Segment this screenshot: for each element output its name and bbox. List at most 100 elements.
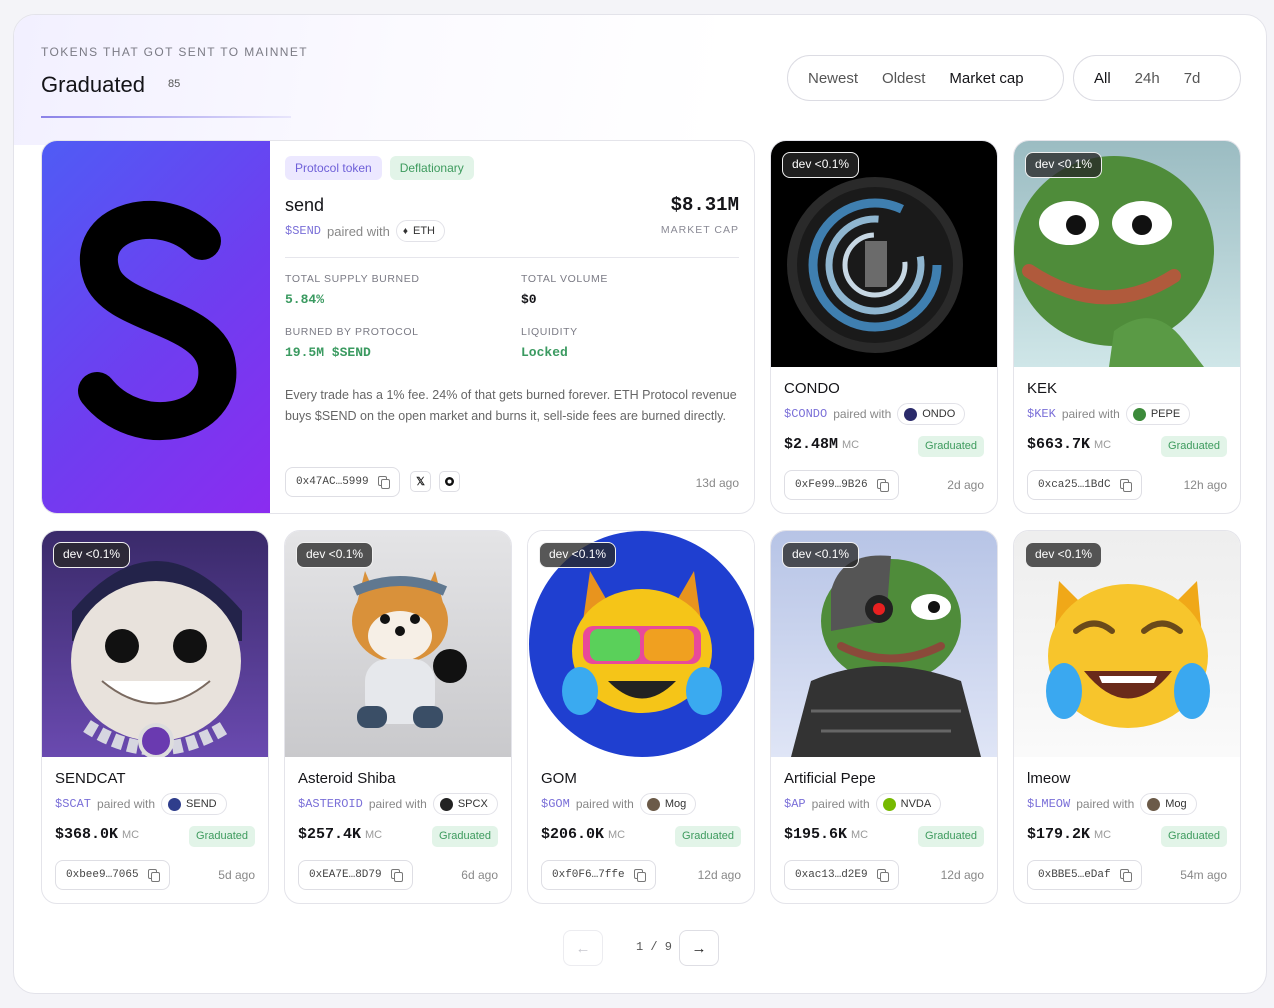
- token-ticker[interactable]: $LMEOW: [1027, 797, 1070, 811]
- token-name: lmeow: [1027, 770, 1071, 787]
- contract-address: 0xf0F6…7ffe: [552, 869, 625, 881]
- volume-value: $0: [521, 292, 537, 307]
- status-badge: Graduated: [918, 436, 984, 457]
- status-badge: Graduated: [1161, 826, 1227, 847]
- x-twitter-icon[interactable]: 𝕏: [410, 471, 431, 492]
- pair-chip[interactable]: Mog: [639, 793, 697, 815]
- supply-burned-label: TOTAL SUPPLY BURNED: [285, 273, 420, 285]
- liquidity-value: Locked: [521, 345, 568, 360]
- token-age: 12h ago: [1183, 478, 1227, 492]
- market-cap: $195.6K MC: [784, 826, 868, 843]
- dev-badge: dev <0.1%: [782, 542, 860, 568]
- featured-market-cap: $8.31M: [670, 194, 739, 216]
- website-icon[interactable]: [439, 471, 460, 492]
- token-ticker[interactable]: $CONDO: [784, 407, 827, 421]
- title-underline: [41, 116, 291, 118]
- token-name: GOM: [541, 770, 577, 787]
- token-age: 6d ago: [461, 868, 498, 882]
- contract-address-button[interactable]: 0xEA7E…8D79: [298, 860, 413, 890]
- featured-name: send: [285, 195, 325, 215]
- paired-with-label: paired with: [97, 797, 156, 811]
- pair-chip[interactable]: SEND: [161, 793, 227, 815]
- token-card-artificial-pepe[interactable]: dev <0.1% Artificial Pepe $AP paired wit…: [770, 530, 998, 904]
- pair-label: Mog: [1165, 798, 1187, 810]
- status-badge: Graduated: [1161, 436, 1227, 457]
- range-tabs: All 24h 7d: [1073, 55, 1241, 101]
- dev-badge: dev <0.1%: [1025, 542, 1103, 568]
- paired-with-label: paired with: [1061, 407, 1120, 421]
- contract-address-button[interactable]: 0xBBE5…eDaf: [1027, 860, 1142, 890]
- pair-label: ONDO: [922, 408, 956, 420]
- dev-badge: dev <0.1%: [782, 152, 860, 178]
- pair-label: PEPE: [1150, 408, 1181, 420]
- token-card-asteroid-shiba[interactable]: dev <0.1% Asteroid Shiba $ASTEROID paire…: [284, 530, 512, 904]
- burned-by-protocol-value: 19.5M $SEND: [285, 345, 371, 360]
- pair-label: ETH: [413, 225, 435, 237]
- featured-token-card[interactable]: Protocol token Deflationary send $SEND p…: [41, 140, 755, 514]
- token-age: 2d ago: [947, 478, 984, 492]
- token-pair: $GOM paired with Mog: [541, 792, 697, 816]
- tab-24h[interactable]: 24h: [1123, 70, 1172, 87]
- mc-unit: MC: [851, 829, 869, 841]
- tab-all[interactable]: All: [1082, 70, 1123, 87]
- market-cap-value: $206.0K: [541, 826, 605, 843]
- token-age: 12d ago: [940, 868, 984, 882]
- contract-address: 0xac13…d2E9: [795, 869, 868, 881]
- next-page-button[interactable]: →: [679, 930, 719, 966]
- mog-icon: [646, 797, 660, 811]
- send-icon: [168, 797, 182, 811]
- copy-icon: [147, 869, 160, 882]
- prev-page-button[interactable]: ←: [563, 930, 603, 966]
- dev-badge: dev <0.1%: [1025, 152, 1103, 178]
- mc-unit: MC: [1094, 829, 1112, 841]
- paired-with-label: paired with: [368, 797, 427, 811]
- pair-chip[interactable]: SPCX: [432, 793, 498, 815]
- token-ticker[interactable]: $SCAT: [55, 797, 91, 811]
- contract-address-button[interactable]: 0xbee9…7065: [55, 860, 170, 890]
- liquidity-label: LIQUIDITY: [521, 326, 578, 338]
- tab-market-cap[interactable]: Market cap: [937, 70, 1035, 87]
- token-pair: $CONDO paired with ONDO: [784, 402, 966, 426]
- contract-address-button[interactable]: 0xf0F6…7ffe: [541, 860, 656, 890]
- paired-with-label: paired with: [811, 797, 870, 811]
- token-ticker[interactable]: $AP: [784, 797, 806, 811]
- token-age: 54m ago: [1180, 868, 1227, 882]
- token-ticker[interactable]: $ASTEROID: [298, 797, 363, 811]
- paired-with-label: paired with: [833, 407, 892, 421]
- token-card-lmeow[interactable]: dev <0.1% lmeow $LMEOW paired with Mog $…: [1013, 530, 1241, 904]
- token-name: CONDO: [784, 380, 840, 397]
- token-card-kek[interactable]: dev <0.1% KEK $KEK paired with PEPE $663…: [1013, 140, 1241, 514]
- token-pair: $AP paired with NVDA: [784, 792, 942, 816]
- status-badge: Graduated: [432, 826, 498, 847]
- contract-address-button[interactable]: 0xca25…1BdC: [1027, 470, 1142, 500]
- contract-address-button[interactable]: 0xac13…d2E9: [784, 860, 899, 890]
- pair-chip[interactable]: PEPE: [1125, 403, 1191, 425]
- token-card-gom[interactable]: dev <0.1% GOM $GOM paired with Mog $206.…: [527, 530, 755, 904]
- token-ticker[interactable]: $KEK: [1027, 407, 1056, 421]
- mc-unit: MC: [365, 829, 383, 841]
- market-cap-value: $195.6K: [784, 826, 848, 843]
- tab-oldest[interactable]: Oldest: [870, 70, 937, 87]
- pair-chip[interactable]: ONDO: [897, 403, 966, 425]
- contract-address-button[interactable]: 0xFe99…9B26: [784, 470, 899, 500]
- tab-newest[interactable]: Newest: [796, 70, 870, 87]
- token-card-sendcat[interactable]: dev <0.1% SENDCAT $SCAT paired with SEND…: [41, 530, 269, 904]
- dev-badge: dev <0.1%: [296, 542, 374, 568]
- tab-7d[interactable]: 7d: [1172, 70, 1213, 87]
- page-title: Graduated: [41, 72, 145, 97]
- token-count: 85: [168, 78, 181, 90]
- contract-address-button[interactable]: 0x47AC…5999: [285, 467, 400, 497]
- pair-chip[interactable]: NVDA: [875, 793, 942, 815]
- featured-ticker[interactable]: $SEND: [285, 224, 321, 238]
- pair-chip[interactable]: Mog: [1140, 793, 1197, 815]
- dev-badge: dev <0.1%: [539, 542, 617, 568]
- graduated-panel: TOKENS THAT GOT SENT TO MAINNET Graduate…: [13, 14, 1267, 994]
- pair-label: SPCX: [457, 798, 488, 810]
- pair-chip-eth[interactable]: ♦ ETH: [395, 220, 445, 242]
- token-card-condo[interactable]: dev <0.1% CONDO $CONDO paired with ONDO …: [770, 140, 998, 514]
- token-ticker[interactable]: $GOM: [541, 797, 570, 811]
- contract-address: 0xca25…1BdC: [1038, 479, 1111, 491]
- sort-tabs: Newest Oldest Market cap: [787, 55, 1064, 101]
- market-cap-value: $368.0K: [55, 826, 119, 843]
- tag-protocol-token: Protocol token: [285, 156, 382, 180]
